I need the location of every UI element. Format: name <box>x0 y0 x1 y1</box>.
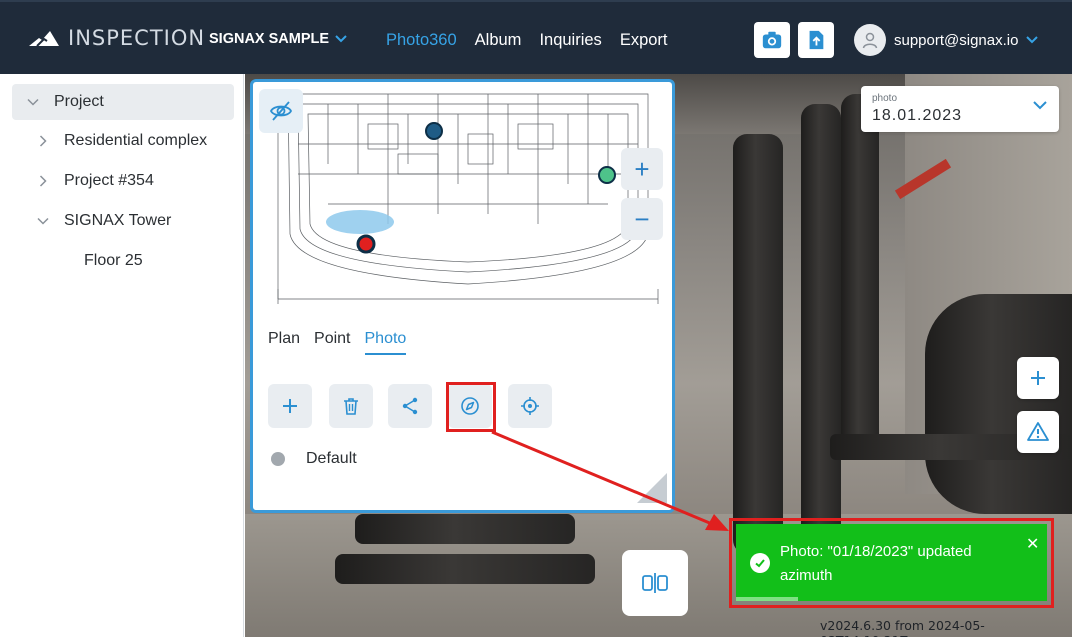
layer-dot[interactable] <box>271 452 285 466</box>
chevron-down-icon[interactable] <box>34 215 52 227</box>
tree-item-label: Residential complex <box>64 132 208 149</box>
photo-pipe <box>925 294 1072 514</box>
tab-point[interactable]: Point <box>314 330 350 355</box>
main-nav: Photo360 Album Inquiries Export <box>386 31 686 50</box>
camera-button[interactable] <box>754 22 790 58</box>
project-name: SIGNAX SAMPLE <box>209 31 330 47</box>
tree-item-label: Floor 25 <box>84 252 143 269</box>
tree-item-label: Project #354 <box>64 172 154 189</box>
photo-pipe <box>801 104 841 554</box>
chevron-down-icon[interactable] <box>24 96 42 108</box>
tree-item-label: Project <box>54 93 104 110</box>
date-select-label: photo <box>872 93 898 104</box>
hide-map-button[interactable] <box>259 89 303 133</box>
tab-photo[interactable]: Photo <box>364 330 407 355</box>
nav-inquiries[interactable]: Inquiries <box>539 31 601 50</box>
top-bar: INSPECTION SIGNAX SAMPLE Photo360 Album … <box>0 0 1072 74</box>
layer-label: Default <box>306 450 357 467</box>
success-notification: Photo: "01/18/2023" updated azimuth ✕ <box>736 524 1047 601</box>
split-view-icon <box>642 573 668 593</box>
logo-icon <box>29 31 59 47</box>
upload-file-icon <box>809 30 824 50</box>
close-icon[interactable]: ✕ <box>1026 534 1039 554</box>
chevron-right-icon[interactable] <box>34 175 52 187</box>
map-tabs: Plan Point Photo <box>268 330 420 355</box>
date-select-value: 18.01.2023 <box>872 107 963 124</box>
project-selector[interactable]: SIGNAX SAMPLE <box>209 31 347 47</box>
notification-progress <box>736 597 799 601</box>
user-avatar <box>854 24 886 56</box>
panel-resize-handle[interactable] <box>637 473 667 503</box>
photo-pipe <box>335 554 595 584</box>
delete-button[interactable] <box>329 384 373 428</box>
plus-icon <box>1031 371 1045 385</box>
viewer-zoom-in-button[interactable] <box>1017 357 1059 399</box>
tab-plan[interactable]: Plan <box>268 330 300 355</box>
chevron-down-icon <box>335 35 347 43</box>
warning-icon <box>1027 422 1049 441</box>
notification-message: Photo: "01/18/2023" updated azimuth <box>780 543 972 584</box>
chevron-down-icon <box>1033 101 1047 110</box>
photo-pipe <box>841 94 879 454</box>
add-button[interactable] <box>268 384 312 428</box>
photo-pipe <box>733 134 783 554</box>
check-circle-icon <box>750 553 770 573</box>
tree-item-signax-tower[interactable]: SIGNAX Tower <box>34 203 171 239</box>
eye-off-icon <box>269 101 293 121</box>
add-icon <box>283 399 297 413</box>
compare-split-button[interactable] <box>622 550 688 616</box>
photo-pipe <box>355 514 575 544</box>
chevron-right-icon[interactable] <box>34 135 52 147</box>
locate-button[interactable] <box>508 384 552 428</box>
version-text: v2024.6.30 from 2024-05-03T14:10:21Z <box>820 618 985 637</box>
nav-album[interactable]: Album <box>475 31 522 50</box>
photo-date-select[interactable]: photo 18.01.2023 <box>861 86 1059 132</box>
app-logo[interactable]: INSPECTION <box>28 26 205 50</box>
share-button[interactable] <box>388 384 432 428</box>
app-name: INSPECTION <box>68 26 206 50</box>
layer-toggle-default[interactable]: Default <box>271 450 357 468</box>
camera-icon <box>762 31 782 49</box>
nav-export[interactable]: Export <box>620 31 668 50</box>
tree-item-label: SIGNAX Tower <box>64 212 172 229</box>
tree-item-residential-complex[interactable]: Residential complex <box>34 123 207 159</box>
minimap-panel: + − Plan Point Photo Default <box>250 79 675 513</box>
crosshair-icon <box>521 397 539 415</box>
tree-item-project[interactable]: Project <box>12 84 234 120</box>
upload-button[interactable] <box>798 22 834 58</box>
trash-icon <box>344 398 358 415</box>
user-icon <box>862 32 878 49</box>
map-zoom-in-button[interactable]: + <box>621 148 663 190</box>
floor-plan[interactable] <box>268 84 668 310</box>
nav-photo360[interactable]: Photo360 <box>386 31 457 50</box>
create-inquiry-button[interactable] <box>1017 411 1059 453</box>
map-zoom-out-button[interactable]: − <box>621 198 663 240</box>
annotation-highlight-box <box>446 382 496 432</box>
share-icon <box>402 397 418 415</box>
tree-item-project-354[interactable]: Project #354 <box>34 163 154 199</box>
user-menu[interactable]: support@signax.io <box>854 24 1039 56</box>
project-tree: Project Residential complex Project #354… <box>0 74 244 637</box>
tree-item-floor-25[interactable]: Floor 25 <box>84 243 143 279</box>
user-email: support@signax.io <box>894 31 1019 49</box>
chevron-down-icon <box>1026 36 1039 44</box>
